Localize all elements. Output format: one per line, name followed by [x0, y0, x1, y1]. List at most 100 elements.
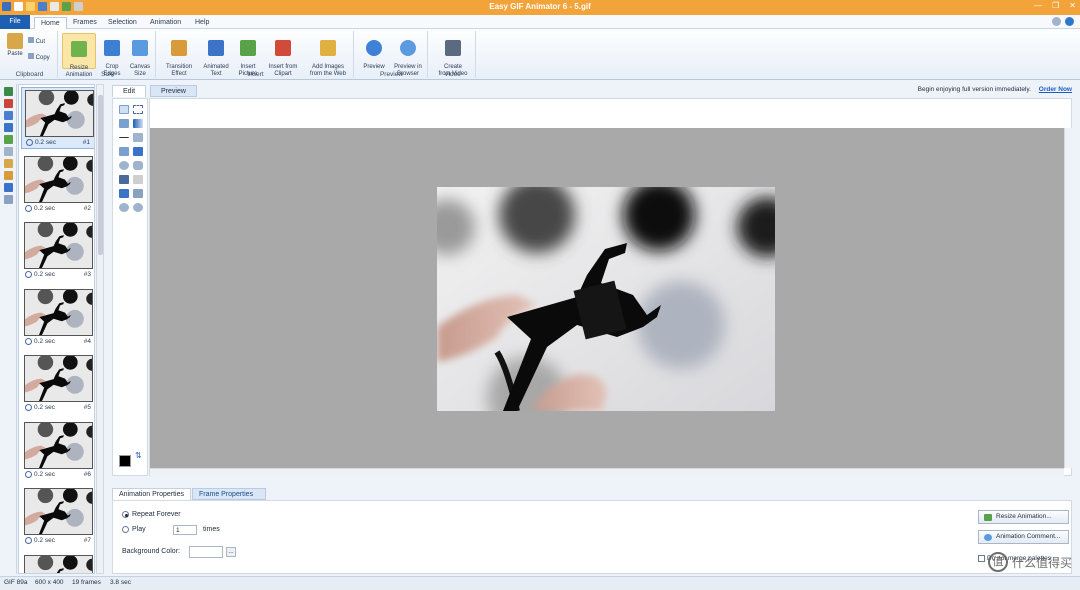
merge-palettes-checkbox-box[interactable]	[978, 555, 985, 562]
polygon-tool-icon[interactable]	[133, 147, 143, 156]
resize-animation-button[interactable]: Resize Animation	[62, 33, 96, 78]
frame-list-scrollbar[interactable]	[96, 84, 104, 574]
frame-duration[interactable]: 0.2 sec	[25, 337, 55, 345]
text-tool-icon[interactable]	[3, 183, 13, 192]
frame-duration[interactable]: 0.2 sec	[26, 139, 56, 146]
frame-number: #4	[83, 337, 91, 345]
swap-colors-icon[interactable]: ⇅	[135, 451, 142, 460]
canvas-horizontal-scrollbar[interactable]	[150, 468, 1064, 476]
tab-animation-properties[interactable]: Animation Properties	[112, 488, 191, 500]
frame-thumbnail	[24, 355, 93, 402]
order-now-link[interactable]: Order Now	[1039, 86, 1072, 93]
line-tool-icon[interactable]	[119, 133, 129, 138]
clock-icon	[25, 470, 32, 478]
stamp-tool-icon[interactable]	[119, 189, 129, 198]
move-up-icon[interactable]	[3, 135, 13, 144]
foreground-color-swatch[interactable]	[119, 455, 131, 467]
ellipse-tool-icon[interactable]	[119, 161, 129, 170]
tab-preview[interactable]: Preview	[150, 85, 197, 97]
frame-item[interactable]: 0.2 sec #7	[21, 486, 94, 548]
group-preview: Preview Preview in Browser Preview	[356, 31, 428, 78]
frame-duration[interactable]: 0.2 sec	[25, 470, 55, 478]
zoom-out-icon[interactable]	[133, 203, 143, 212]
properties-icon[interactable]	[3, 195, 13, 204]
cut-button[interactable]: Cut	[28, 37, 56, 46]
ribbon-collapse-icon[interactable]	[1052, 17, 1061, 26]
copy-button[interactable]: Copy	[28, 53, 58, 62]
gradient-tool-icon[interactable]	[133, 119, 143, 128]
close-icon[interactable]: ✕	[1069, 1, 1076, 10]
frame-item[interactable]: 0.2 sec #6	[21, 420, 94, 482]
clock-icon	[25, 537, 32, 544]
play-radio-dot[interactable]	[122, 526, 129, 533]
frame-item-partial[interactable]	[21, 553, 94, 573]
wand-icon[interactable]	[3, 171, 13, 180]
help-icon[interactable]	[1065, 17, 1074, 26]
group-label-size: Size	[101, 71, 114, 78]
marquee-tool-icon[interactable]	[133, 105, 143, 114]
frame-duration-label: 0.2 sec	[34, 204, 55, 212]
animation-comment-button[interactable]: Animation Comment...	[978, 530, 1069, 544]
play-radio[interactable]: Play	[122, 526, 146, 533]
tab-help[interactable]: Help	[189, 17, 215, 29]
zoom-in-icon[interactable]	[119, 203, 129, 212]
rectangle-tool-icon[interactable]	[119, 147, 129, 156]
tab-selection[interactable]: Selection	[102, 17, 143, 29]
tab-file[interactable]: File	[0, 15, 30, 29]
repeat-forever-radio[interactable]: Repeat Forever	[122, 511, 181, 518]
frame-list-scroll-thumb[interactable]	[98, 95, 103, 255]
frame-duration[interactable]: 0.2 sec	[25, 271, 55, 278]
duplicate-frame-icon[interactable]	[3, 111, 13, 120]
globe-icon	[320, 39, 336, 56]
insert-frame-icon[interactable]	[3, 123, 13, 132]
resize-animation-dialog-button[interactable]: Resize Animation...	[978, 510, 1069, 524]
canvas-background[interactable]	[150, 128, 1064, 468]
brush-tool-icon[interactable]	[133, 133, 143, 142]
frame-image[interactable]	[437, 187, 775, 411]
tab-frames[interactable]: Frames	[67, 17, 103, 29]
delete-frame-icon[interactable]	[3, 99, 13, 108]
rounded-rect-tool-icon[interactable]	[133, 161, 143, 170]
eyedropper-tool-icon[interactable]	[119, 175, 129, 184]
frame-duration[interactable]: 0.2 sec	[25, 537, 55, 544]
tab-frame-properties[interactable]: Frame Properties	[192, 488, 266, 500]
frame-thumbnail-image	[25, 356, 92, 401]
tab-animation[interactable]: Animation	[144, 17, 187, 29]
frame-item[interactable]: 0.2 sec #3	[21, 220, 94, 282]
frame-item[interactable]: 0.2 sec #2	[21, 154, 94, 216]
pointer-tool-icon[interactable]	[119, 105, 129, 114]
frame-item[interactable]: 0.2 sec #1	[21, 87, 94, 149]
background-color-picker[interactable]	[189, 546, 223, 558]
move-down-icon[interactable]	[3, 147, 13, 156]
play-count-input[interactable]: 1	[173, 525, 197, 535]
add-frame-icon[interactable]	[3, 87, 13, 96]
canvas-vertical-scrollbar[interactable]	[1064, 128, 1072, 468]
frame-list: 0.2 sec #1 0.2 sec #2 0.2 sec #3 0.2 sec #4 0.2 …	[18, 84, 95, 574]
background-color-label: Background Color:	[122, 548, 180, 555]
eraser-tool-icon[interactable]	[133, 175, 143, 184]
repeat-forever-radio-dot[interactable]	[122, 511, 129, 518]
crop-icon	[104, 39, 120, 56]
frame-duration[interactable]: 0.2 sec	[25, 204, 55, 212]
bucket-tool-icon[interactable]	[133, 189, 143, 198]
clock-icon	[25, 271, 32, 278]
select-all-icon[interactable]	[3, 159, 13, 168]
frame-duration[interactable]: 0.2 sec	[25, 404, 55, 411]
minimize-icon[interactable]: —	[1034, 1, 1042, 10]
maximize-icon[interactable]: ❐	[1052, 1, 1059, 10]
frame-item[interactable]: 0.2 sec #5	[21, 353, 94, 415]
times-label: times	[203, 526, 220, 533]
background-color-browse-button[interactable]: ...	[226, 547, 236, 557]
frame-thumbnail	[24, 421, 93, 469]
paste-button[interactable]: Paste	[4, 33, 26, 58]
frame-thumbnail	[24, 222, 93, 269]
preview-button[interactable]: Preview	[360, 33, 388, 71]
animation-comment-label: Animation Comment...	[996, 533, 1061, 540]
tab-home[interactable]: Home	[34, 17, 67, 29]
play-label: Play	[132, 526, 146, 533]
tab-edit[interactable]: Edit	[112, 85, 147, 97]
fill-tool-icon[interactable]	[119, 119, 129, 128]
paste-icon	[7, 33, 23, 49]
frame-item[interactable]: 0.2 sec #4	[21, 287, 94, 349]
resize-animation-dialog-label: Resize Animation...	[996, 513, 1052, 520]
